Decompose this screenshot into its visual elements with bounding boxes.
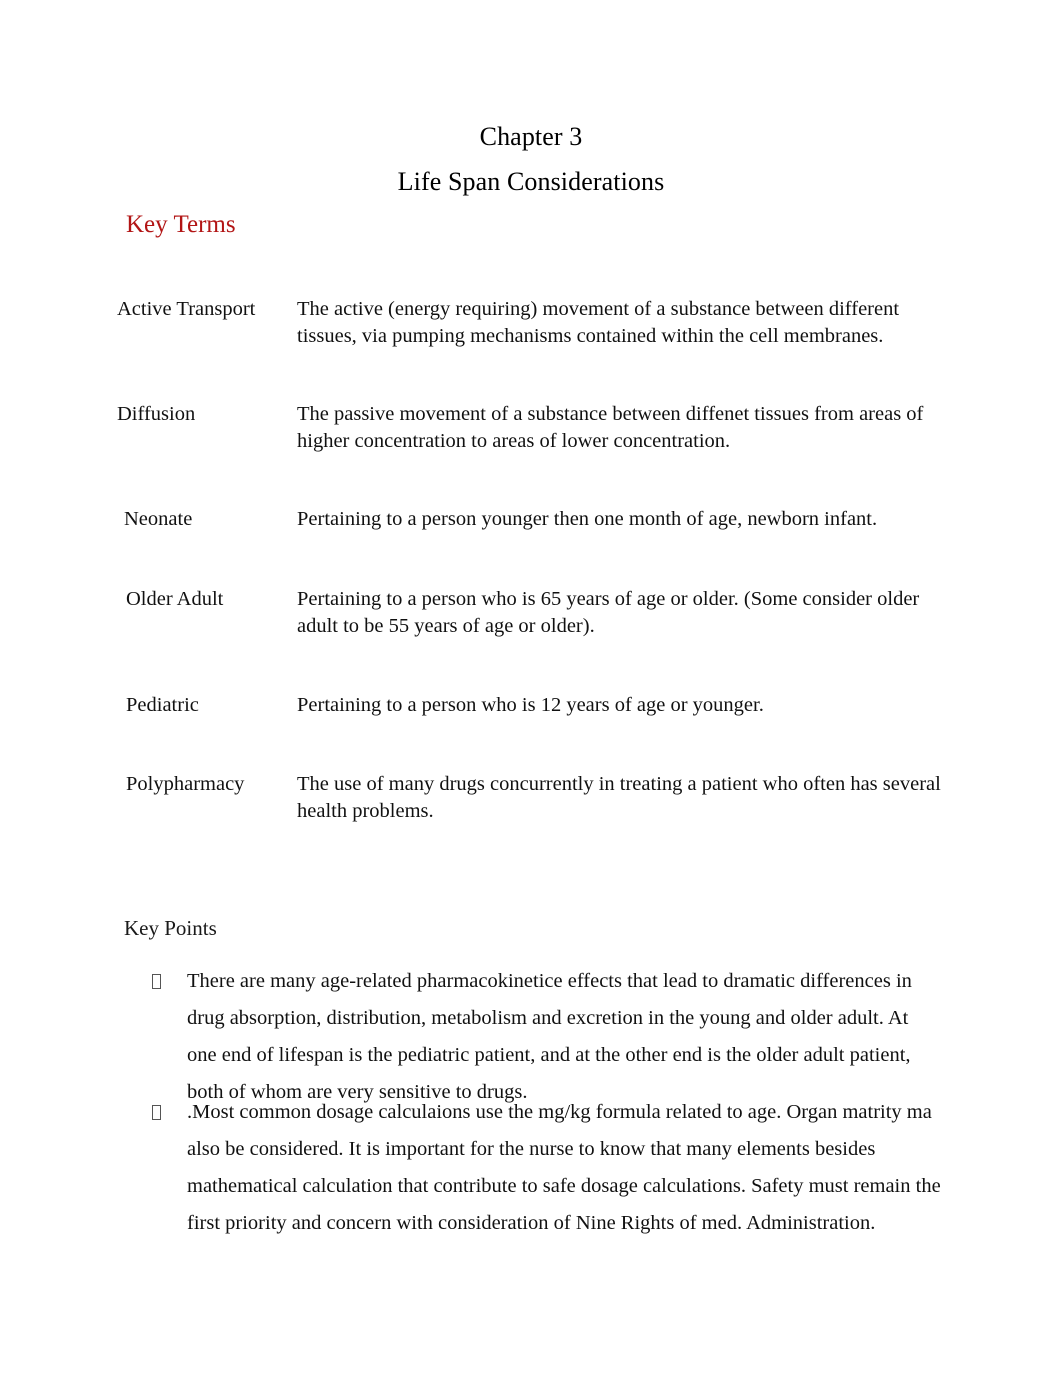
list-item: .Most common dosage calculaions use the …	[152, 1094, 942, 1242]
term-definition: Pertaining to a person who is 12 years o…	[297, 694, 764, 716]
document-page: Chapter 3 Life Span Considerations Key T…	[0, 0, 1062, 1377]
term-definition: Pertaining to a person who is 65 years o…	[297, 588, 920, 637]
term-label: Polypharmacy	[126, 773, 245, 795]
list-item-text: .Most common dosage calculaions use the …	[187, 1101, 941, 1234]
missing-glyph-bullet-icon	[152, 1094, 168, 1131]
term-definition: Pertaining to a person younger then one …	[297, 508, 878, 530]
document-title-chapter: Chapter 3	[479, 122, 583, 151]
key-points-heading: Key Points	[124, 916, 217, 940]
term-label: Active Transport	[117, 298, 256, 320]
key-terms-heading: Key Terms	[126, 211, 236, 238]
list-item-text: There are many age-related pharmacokinet…	[187, 970, 912, 1103]
term-definition: The active (energy requiring) movement o…	[297, 298, 900, 347]
document-title-subject: Life Span Considerations	[397, 167, 665, 196]
term-label: Older Adult	[126, 588, 224, 610]
list-item: There are many age-related pharmacokinet…	[152, 963, 942, 1111]
term-definition: The use of many drugs concurrently in tr…	[297, 773, 941, 822]
term-label: Diffusion	[117, 403, 196, 425]
term-label: Neonate	[124, 508, 193, 530]
missing-glyph-bullet-icon	[152, 963, 168, 1000]
term-label: Pediatric	[126, 694, 199, 716]
term-definition: The passive movement of a substance betw…	[297, 403, 924, 452]
